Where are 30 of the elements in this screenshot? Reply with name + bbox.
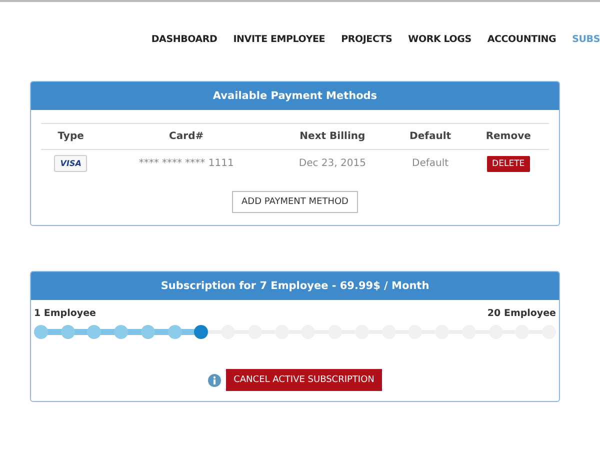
cancel-subscription-button[interactable]: CANCEL ACTIVE SUBSCRIPTION bbox=[226, 369, 382, 391]
step-dot bbox=[140, 325, 155, 339]
max-label: 20 Employee bbox=[487, 308, 556, 319]
info-icon bbox=[208, 374, 221, 386]
step-dot bbox=[114, 325, 128, 339]
step-dot bbox=[87, 325, 102, 339]
column-header: Card# bbox=[100, 124, 272, 150]
add-payment-button[interactable]: ADD PAYMENT METHOD bbox=[232, 191, 358, 213]
column-header: Default bbox=[392, 124, 468, 150]
column-header: Remove bbox=[468, 124, 549, 150]
table-cell: **** **** **** 1111 bbox=[100, 150, 272, 177]
nav-link[interactable]: WORK LOGS bbox=[408, 34, 472, 51]
column-header: Next Billing bbox=[272, 124, 393, 150]
card-header: Available Payment Methods bbox=[31, 82, 559, 110]
step-dot bbox=[34, 325, 48, 339]
table-cell: Default bbox=[392, 150, 468, 177]
nav-link[interactable]: PROJECTS bbox=[341, 34, 392, 51]
column-header: Type bbox=[41, 124, 101, 150]
step-dot bbox=[168, 325, 182, 339]
card-header: Subscription for 7 Employee - 69.99$ / Month bbox=[31, 272, 559, 300]
nav-link[interactable]: ACCOUNTING bbox=[487, 34, 556, 51]
slider-thumb[interactable] bbox=[194, 325, 208, 339]
nav-link[interactable]: DASHBOARD bbox=[151, 34, 218, 51]
step-dot bbox=[60, 325, 75, 339]
min-label: 1 Employee bbox=[34, 308, 96, 319]
card-logo: VISA bbox=[54, 155, 88, 172]
slider-track[interactable] bbox=[34, 325, 556, 339]
table-cell: Dec 23, 2015 bbox=[272, 150, 393, 177]
delete-button[interactable]: DELETE bbox=[487, 156, 530, 172]
nav-link[interactable]: INVITE EMPLOYEE bbox=[233, 34, 326, 51]
